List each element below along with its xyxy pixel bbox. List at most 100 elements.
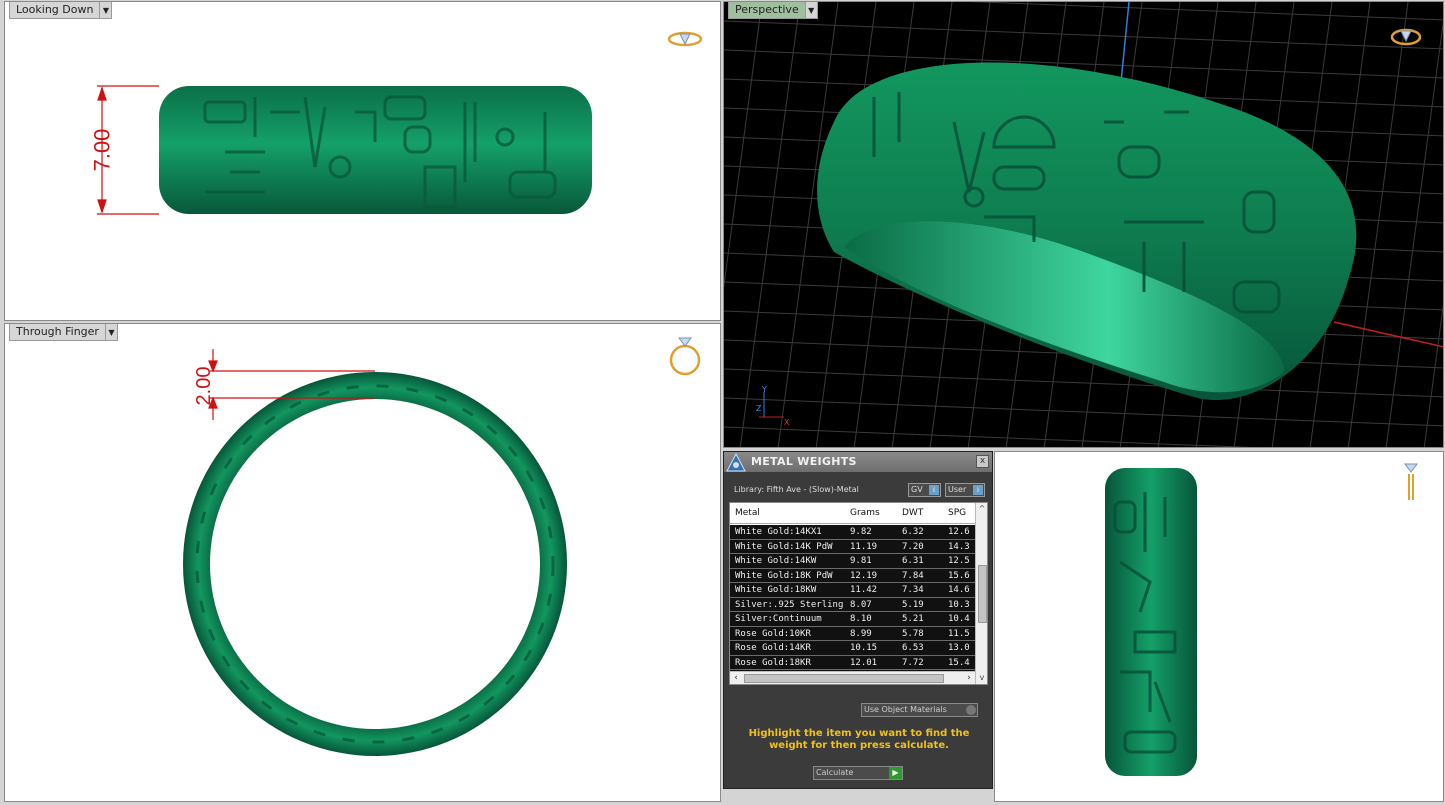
chevron-down-icon[interactable]: ▼ — [105, 324, 118, 341]
table-cell: 14.3 — [948, 541, 970, 552]
calculate-button[interactable]: Calculate ▶ — [813, 766, 903, 780]
table-row[interactable]: Rose Gold:10KR 8.99 5.78 11.5 — [730, 626, 975, 641]
column-header[interactable]: SPG — [948, 508, 966, 518]
table-cell: Rose Gold:10KR — [735, 628, 811, 639]
ring-front-view: 2.00 — [183, 337, 701, 756]
table-row[interactable]: Rose Gold:18KR 12.01 7.72 15.4 — [730, 655, 975, 670]
table-cell: Silver:Continuum — [735, 614, 822, 624]
dimension-label: 2.00 — [193, 367, 215, 406]
dimension-label: 7.00 — [90, 129, 115, 172]
table-row[interactable]: White Gold:14KW 9.81 6.31 12.5 — [730, 554, 975, 569]
ring-band-side — [1105, 468, 1197, 776]
table-row[interactable]: Silver:.925 Sterling 8.07 5.19 10.3 — [730, 597, 975, 612]
ring-inner-hole — [210, 399, 540, 729]
table-cell: White Gold:18KW — [735, 585, 817, 595]
chevron-right-icon[interactable]: › — [963, 672, 975, 684]
table-cell: 7.72 — [902, 657, 924, 668]
ring-top-view: 7.00 — [90, 31, 703, 215]
info-icon[interactable]: i — [929, 485, 939, 495]
table-cell: 11.5 — [948, 628, 970, 639]
table-cell: 8.07 — [850, 599, 872, 610]
info-icon[interactable]: i — [973, 485, 983, 495]
viewport-through-finger[interactable]: Through Finger ▼ 2.00 — [4, 323, 721, 802]
column-header[interactable]: Grams — [850, 508, 880, 518]
table-header: Metal Grams DWT SPG — [730, 503, 975, 524]
radio-icon[interactable] — [966, 705, 976, 715]
dialog-title-bar[interactable]: METAL WEIGHTS x — [724, 452, 992, 472]
table-cell: White Gold:18K PdW — [735, 570, 833, 581]
chevron-up-icon[interactable]: ^ — [976, 503, 987, 515]
ring-side-view — [1105, 463, 1418, 776]
table-cell: 7.20 — [902, 541, 924, 552]
axis-y-label: Y — [761, 385, 767, 394]
axis-x-label: X — [784, 418, 790, 427]
viewport-tab-looking-down[interactable]: Looking Down ▼ — [9, 2, 113, 19]
table-row[interactable]: Silver:Continuum 8.10 5.21 10.4 — [730, 612, 975, 627]
play-icon: ▶ — [889, 767, 902, 779]
table-row[interactable]: White Gold:14KX1 9.82 6.32 12.6 — [730, 525, 975, 540]
table-cell: 15.6 — [948, 570, 970, 581]
scroll-thumb[interactable] — [978, 565, 987, 623]
table-row[interactable]: White Gold:14K PdW 11.19 7.20 14.3 — [730, 539, 975, 554]
table-cell: 8.10 — [850, 614, 872, 624]
user-toggle[interactable]: User i — [945, 483, 985, 497]
library-label: Library: Fifth Ave - (Slow)-Metal — [734, 485, 859, 494]
ring-side-icon — [1404, 463, 1418, 500]
table-cell: Rose Gold:18KR — [735, 657, 811, 668]
viewport-tab-label: Looking Down — [9, 2, 101, 19]
chevron-left-icon[interactable]: ‹ — [730, 672, 742, 684]
viewport-looking-down[interactable]: Looking Down ▼ 7.00 — [4, 1, 721, 321]
table-cell: 9.81 — [850, 556, 872, 566]
perspective-scene: Y Z X — [724, 2, 1443, 447]
chevron-down-icon[interactable]: v — [976, 672, 987, 684]
chevron-down-icon[interactable]: ▼ — [805, 2, 818, 19]
viewport-tab-perspective[interactable]: Perspective ▼ — [728, 2, 818, 19]
table-cell: 12.19 — [850, 570, 878, 581]
chevron-down-icon[interactable]: ▼ — [100, 2, 113, 19]
table-cell: 9.82 — [850, 527, 872, 537]
axis-z-label: Z — [756, 404, 762, 413]
close-icon[interactable]: x — [976, 455, 989, 468]
use-object-materials-label: Use Object Materials — [864, 705, 947, 714]
scroll-thumb[interactable] — [744, 674, 944, 683]
table-cell: 6.32 — [902, 527, 924, 537]
table-cell: 7.34 — [902, 585, 924, 595]
viewport-side[interactable] — [994, 451, 1444, 802]
table-cell: 12.01 — [850, 657, 878, 668]
ring-front-icon — [669, 337, 701, 376]
table-cell: 6.53 — [902, 643, 924, 653]
gv-label: GV — [911, 485, 923, 494]
table-cell: 7.84 — [902, 570, 924, 581]
table-body: White Gold:14KX1 9.82 6.32 12.6 White Gold:1… — [730, 525, 975, 684]
dialog-title: METAL WEIGHTS — [751, 455, 857, 468]
use-object-materials-button[interactable]: Use Object Materials — [861, 703, 978, 717]
table-cell: 10.15 — [850, 643, 878, 653]
column-header[interactable]: Metal — [735, 508, 760, 518]
ring-top-icon — [667, 31, 703, 47]
viewport-tab-label: Through Finger — [9, 324, 106, 341]
table-cell: 5.78 — [902, 628, 924, 639]
viewport-perspective[interactable]: Perspective ▼ Y Z X — [723, 1, 1444, 448]
metal-table[interactable]: Metal Grams DWT SPG White Gold:14KX1 9.82… — [729, 502, 988, 685]
table-cell: 5.19 — [902, 599, 924, 610]
axis-x-line — [1333, 321, 1443, 348]
viewport-tab-label: Perspective — [728, 2, 806, 19]
column-header[interactable]: DWT — [902, 508, 923, 518]
table-row[interactable]: White Gold:18KW 11.42 7.34 14.6 — [730, 583, 975, 598]
vertical-scrollbar[interactable]: ^ v — [975, 503, 987, 684]
table-cell: Silver:.925 Sterling — [735, 599, 844, 610]
horizontal-scrollbar[interactable]: ‹ › — [730, 671, 975, 684]
calculate-label: Calculate — [816, 768, 854, 777]
hint-text: Highlight the item you want to find the … — [748, 728, 970, 751]
ring-perspective-icon — [1390, 28, 1422, 46]
viewport-tab-through-finger[interactable]: Through Finger ▼ — [9, 324, 118, 341]
metal-weights-dialog: METAL WEIGHTS x Library: Fifth Ave - (Sl… — [723, 451, 993, 789]
table-cell: 12.6 — [948, 527, 970, 537]
table-cell: White Gold:14K PdW — [735, 541, 833, 552]
table-row[interactable]: White Gold:18K PdW 12.19 7.84 15.6 — [730, 568, 975, 583]
table-cell: 11.19 — [850, 541, 878, 552]
table-cell: Rose Gold:14KR — [735, 643, 811, 653]
table-cell: 13.0 — [948, 643, 970, 653]
gv-toggle[interactable]: GV i — [908, 483, 941, 497]
table-row[interactable]: Rose Gold:14KR 10.15 6.53 13.0 — [730, 641, 975, 656]
